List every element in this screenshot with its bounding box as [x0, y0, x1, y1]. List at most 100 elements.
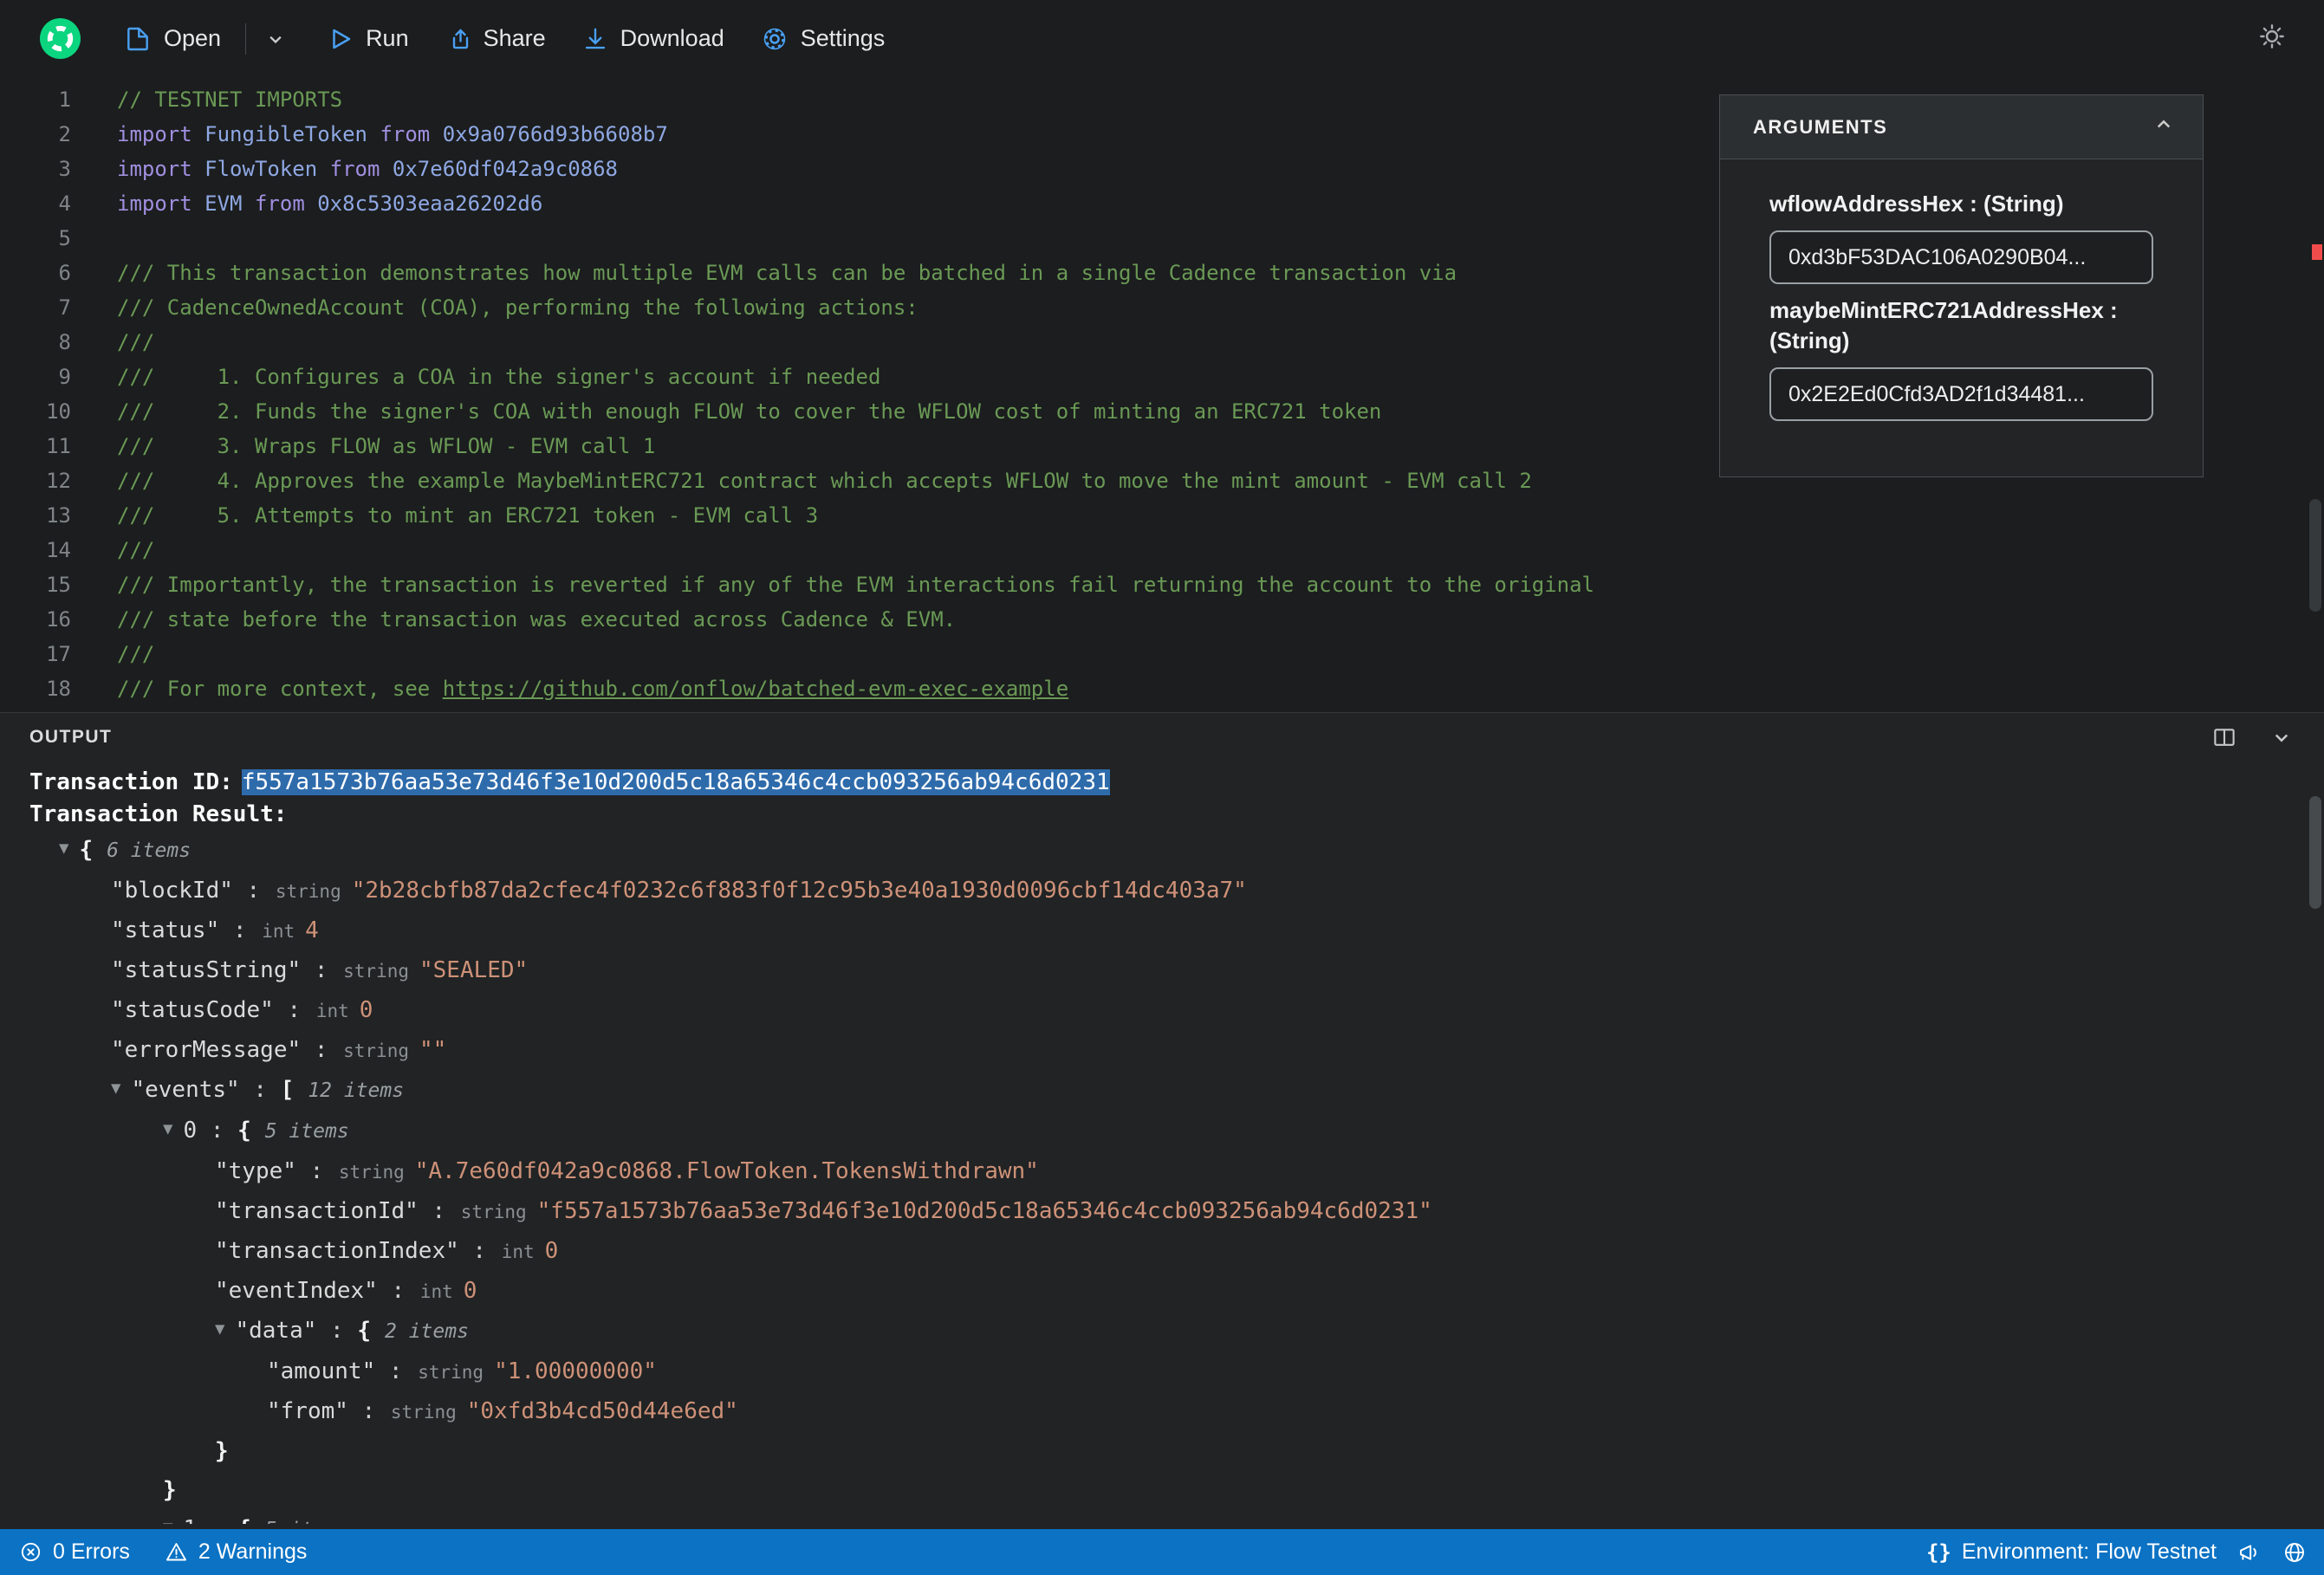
- settings-button[interactable]: Settings: [761, 25, 886, 53]
- json-tree-row[interactable]: ▼ "data" : {2 items: [29, 1312, 2324, 1352]
- json-tree-row: "transactionIndex" : int 0: [215, 1238, 559, 1264]
- output-panel: OUTPUT Transaction ID: f557a1573b76aa53e7…: [0, 712, 2324, 1529]
- run-play-icon: [328, 26, 354, 52]
- share-button[interactable]: Share: [445, 25, 546, 52]
- items-count: 6 items: [107, 839, 192, 862]
- code-text: /// CadenceOwnedAccount (COA), performin…: [117, 295, 919, 320]
- theme-toggle-button[interactable]: [2258, 23, 2286, 55]
- open-button[interactable]: Open: [124, 25, 221, 53]
- split-view-icon[interactable]: [2211, 724, 2237, 750]
- json-tree-row: "statusCode" : int 0: [111, 997, 373, 1023]
- flow-logo-icon[interactable]: [40, 18, 81, 59]
- line-number: 17: [46, 642, 71, 666]
- code-text: /// 3. Wraps FLOW as WFLOW - EVM call 1: [117, 434, 656, 458]
- json-tree-row: "blockId" : string "2b28cbfb87da2cfec4f02…: [111, 878, 1247, 904]
- json-key: "status": [111, 917, 220, 943]
- value-type: int: [262, 921, 295, 942]
- expander-icon[interactable]: ▼: [59, 829, 68, 868]
- value-type: string: [418, 1362, 484, 1383]
- transaction-id-label: Transaction ID:: [29, 769, 233, 795]
- json-value: "0xfd3b4cd50d44e6ed": [466, 1398, 738, 1424]
- items-count: 5 items: [264, 1120, 349, 1143]
- line-number: 8: [58, 330, 71, 354]
- error-marker: [2312, 244, 2322, 260]
- code-text: /// 5. Attempts to mint an ERC721 token …: [117, 503, 819, 528]
- chevron-down-icon[interactable]: [2269, 724, 2295, 750]
- json-tree-row: "from" : string "0xfd3b4cd50d44e6ed": [267, 1398, 738, 1424]
- code-link[interactable]: https://github.com/onflow/batched-evm-ex…: [443, 677, 1068, 701]
- argument-label: maybeMintERC721AddressHex : (String): [1769, 297, 2118, 353]
- json-value: "2b28cbfb87da2cfec4f0232c6f883f0f12c95b3…: [351, 878, 1247, 904]
- arguments-header[interactable]: ARGUMENTS: [1720, 95, 2203, 159]
- value-type: string: [390, 1402, 457, 1423]
- arguments-title: ARGUMENTS: [1753, 115, 1888, 138]
- run-label: Run: [366, 25, 409, 51]
- line-number: 18: [46, 677, 71, 701]
- editor-scrollbar-thumb[interactable]: [2309, 499, 2321, 612]
- chevron-up-icon[interactable]: [2151, 112, 2177, 142]
- expander-icon[interactable]: ▼: [163, 1508, 172, 1524]
- items-count: 2 items: [385, 1320, 469, 1343]
- download-button[interactable]: Download: [582, 25, 724, 52]
- output-scrollbar-thumb[interactable]: [2309, 796, 2321, 909]
- value-type: string: [343, 961, 409, 982]
- code-text: /// This transaction demonstrates how mu…: [117, 261, 1457, 285]
- json-value: "SEALED": [419, 957, 529, 983]
- arguments-fields: wflowAddressHex : (String) maybeMintERC72…: [1720, 159, 2203, 421]
- json-value: 0: [544, 1238, 559, 1264]
- json-tree-row[interactable]: ▼1 : {5 items: [29, 1510, 2324, 1524]
- run-button[interactable]: Run: [328, 25, 409, 52]
- json-key: "transactionId": [215, 1198, 419, 1224]
- globe-icon[interactable]: [2282, 1540, 2307, 1565]
- arguments-panel: ARGUMENTS wflowAddressHex : (String) mayb…: [1719, 94, 2204, 477]
- open-label: Open: [164, 25, 222, 51]
- json-tree-row: }: [29, 1432, 2324, 1471]
- environment-indicator[interactable]: {} Environment: Flow Testnet: [1926, 1539, 2217, 1565]
- open-file-icon: [124, 25, 152, 53]
- json-key: "statusString": [111, 957, 302, 983]
- feedback-icon[interactable]: [2237, 1540, 2262, 1565]
- json-value: 4: [305, 917, 319, 943]
- expander-icon[interactable]: ▼: [215, 1310, 224, 1349]
- line-number: 2: [58, 122, 71, 146]
- json-tree-row: "status" : int 4: [111, 917, 319, 943]
- items-count: 12 items: [308, 1079, 405, 1102]
- json-key: "amount": [267, 1358, 376, 1384]
- open-brace: {: [357, 1318, 371, 1344]
- transaction-result-label: Transaction Result:: [29, 801, 288, 827]
- code-text: ///: [117, 330, 155, 354]
- json-key: 1: [183, 1516, 197, 1524]
- code-line: 15 /// Importantly, the transaction is re…: [0, 567, 2324, 602]
- code-editor[interactable]: 1 // TESTNET IMPORTS 2 import FungibleToken…: [0, 77, 2324, 712]
- share-label: Share: [483, 25, 546, 51]
- open-brace: {: [237, 1118, 251, 1144]
- line-number: 13: [46, 503, 71, 528]
- error-circle-icon: [19, 1540, 42, 1564]
- open-dropdown-button[interactable]: [263, 27, 288, 51]
- json-tree-row[interactable]: ▼ 0 : {5 items: [29, 1112, 2324, 1152]
- warnings-indicator[interactable]: 2 Warnings: [165, 1539, 307, 1565]
- open-brace: [: [280, 1077, 295, 1103]
- json-tree-row: "eventIndex" : int 0: [215, 1278, 477, 1304]
- json-key: "blockId": [111, 878, 233, 904]
- errors-indicator[interactable]: 0 Errors: [19, 1539, 130, 1565]
- json-tree-row: "errorMessage" : string "": [111, 1037, 447, 1063]
- json-key: "eventIndex": [215, 1278, 378, 1304]
- expander-icon[interactable]: ▼: [163, 1110, 172, 1149]
- json-tree-row[interactable]: ▼ "events" : [12 items: [29, 1071, 2324, 1112]
- settings-label: Settings: [800, 25, 886, 51]
- output-body[interactable]: Transaction ID: f557a1573b76aa53e73d46f3e…: [0, 762, 2324, 1524]
- json-tree: ▼ {6 items "blockId" : string "2b28cbfb87da…: [29, 831, 2324, 1524]
- argument-input[interactable]: [1769, 367, 2153, 421]
- json-tree-row[interactable]: ▼ {6 items: [29, 831, 2324, 872]
- line-number: 3: [58, 157, 71, 181]
- code-text: // TESTNET IMPORTS: [117, 88, 343, 112]
- expander-icon[interactable]: ▼: [111, 1069, 120, 1108]
- transaction-id-value[interactable]: f557a1573b76aa53e73d46f3e10d200d5c18a653…: [241, 769, 1110, 795]
- value-type: string: [343, 1040, 409, 1061]
- code-text: ///: [117, 538, 155, 562]
- json-value: 0: [463, 1278, 477, 1304]
- argument-input[interactable]: [1769, 230, 2153, 284]
- value-type: int: [501, 1241, 535, 1262]
- items-count: 5 items: [265, 1519, 349, 1524]
